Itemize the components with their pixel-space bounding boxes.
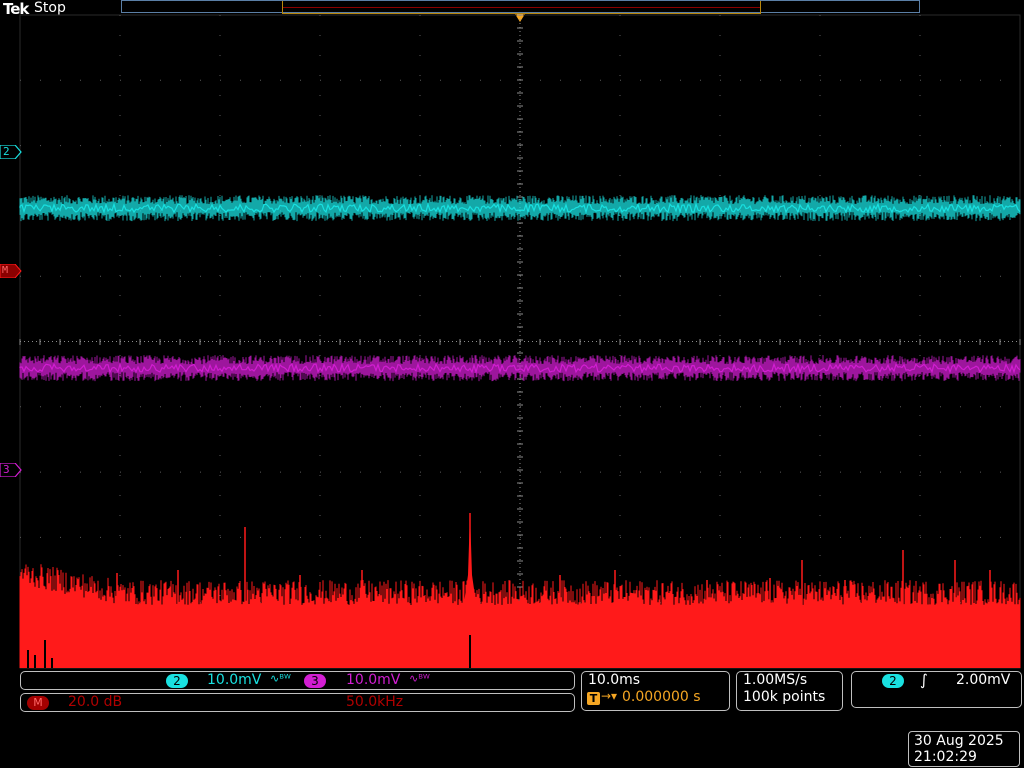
ch2-marker-label: 2 [3, 145, 10, 158]
math-scale: 20.0 dB [68, 694, 123, 710]
rising-edge-icon: ∫ [920, 671, 928, 689]
math-fft-trace [19, 513, 1021, 668]
trigger-source-badge: 2 [882, 674, 904, 688]
record-length: 100k points [743, 689, 826, 705]
horizontal-readout[interactable]: 10.0ms T →▾ 0.000000 s [581, 671, 730, 711]
waveform-display[interactable] [0, 0, 1024, 670]
time: 21:02:29 [914, 749, 977, 765]
math-badge: M [27, 696, 49, 710]
ch2-coupling-icon: ∿ᴮᵂ [270, 672, 291, 685]
vertical-readout[interactable]: 2 10.0mV ∿ᴮᵂ 3 10.0mV ∿ᴮᵂ [20, 671, 575, 690]
math-marker-label: M [2, 265, 9, 276]
trigger-readout[interactable]: 2 ∫ 2.00mV [851, 671, 1022, 708]
graticule-grid [19, 14, 1021, 668]
date: 30 Aug 2025 [914, 733, 1004, 749]
ch3-ground-marker[interactable]: 3 [0, 462, 22, 478]
ch2-ground-marker[interactable]: 2 [0, 144, 22, 160]
sample-rate: 1.00MS/s [743, 672, 808, 688]
trigger-level: 2.00mV [956, 672, 1011, 688]
math-ground-marker[interactable]: M [0, 263, 22, 279]
horizontal-scale: 10.0ms [588, 672, 641, 688]
math-readout[interactable]: M 20.0 dB 50.0kHz [20, 693, 575, 712]
ch2-badge: 2 [166, 674, 188, 688]
trigger-position-icon: T [587, 692, 600, 705]
horizontal-delay: 0.000000 s [622, 689, 701, 705]
ch3-scale: 10.0mV [346, 672, 401, 688]
ch3-coupling-icon: ∿ᴮᵂ [409, 672, 430, 685]
acquisition-readout[interactable]: 1.00MS/s 100k points [736, 671, 843, 711]
ch3-badge: 3 [304, 674, 326, 688]
trigger-arrow-icon: →▾ [601, 689, 618, 703]
ch3-marker-label: 3 [3, 463, 10, 476]
ch2-scale: 10.0mV [207, 672, 262, 688]
datetime-readout: 30 Aug 2025 21:02:29 [908, 731, 1020, 767]
math-span: 50.0kHz [346, 694, 404, 710]
